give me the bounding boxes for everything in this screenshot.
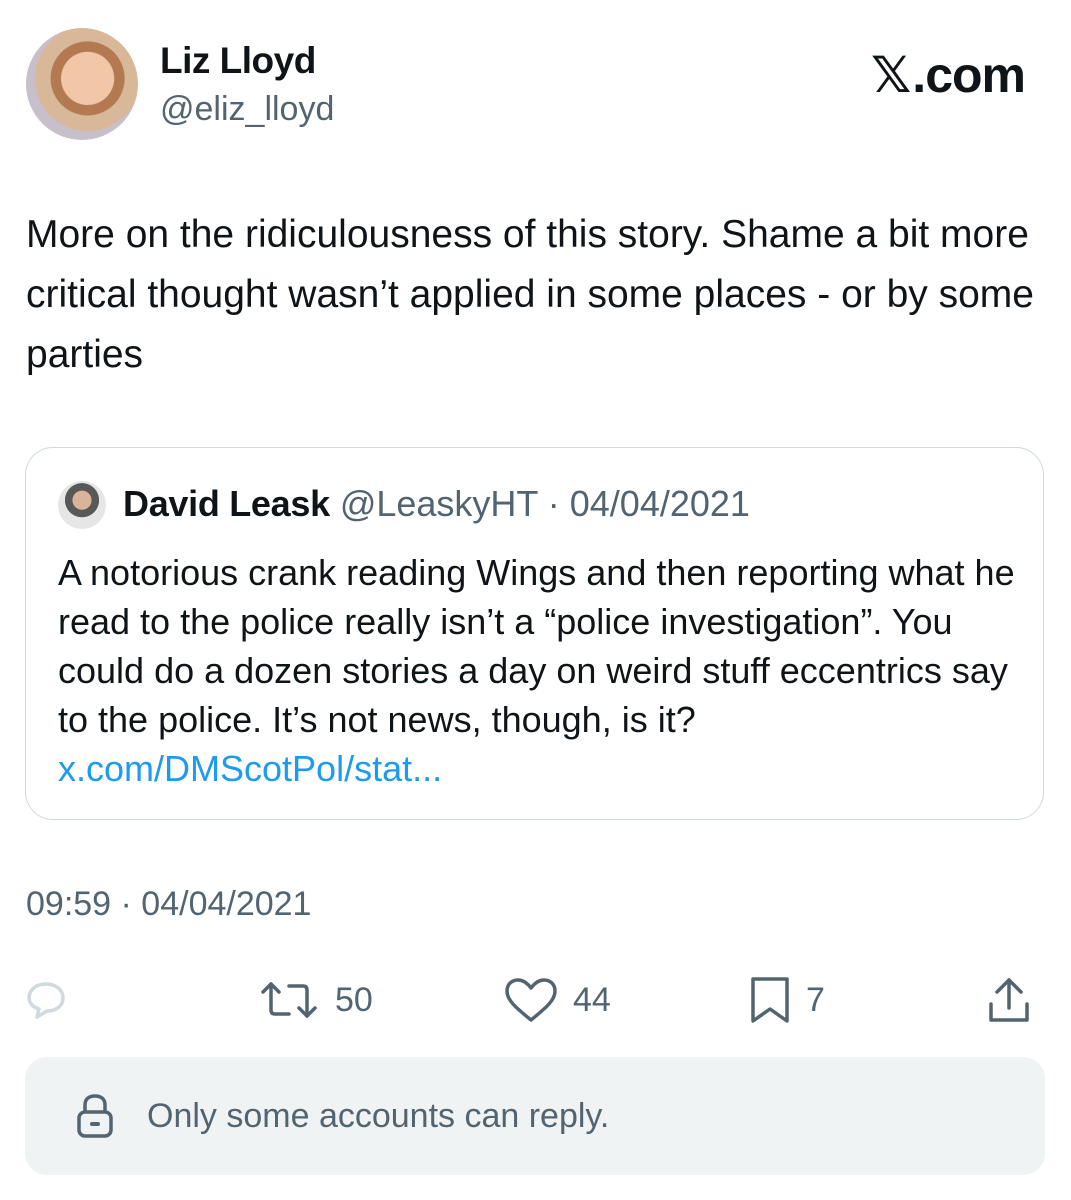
quoted-tweet[interactable]: David Leask @LeaskyHT · 04/04/2021 A noto… xyxy=(25,447,1044,820)
retweet-icon xyxy=(257,978,321,1022)
quoted-tweet-link[interactable]: x.com/DMScotPol/stat... xyxy=(58,748,442,789)
quoted-tweet-body: A notorious crank reading Wings and then… xyxy=(58,552,1015,740)
author-avatar[interactable] xyxy=(26,28,138,140)
brand-suffix: .com xyxy=(912,47,1026,103)
reply-restriction-banner: Only some accounts can reply. xyxy=(25,1057,1045,1175)
bookmark-count: 7 xyxy=(806,980,825,1019)
quoted-tweet-header: David Leask @LeaskyHT · 04/04/2021 xyxy=(123,481,750,527)
retweet-button[interactable]: 50 xyxy=(257,960,373,1040)
x-logo-icon: 𝕏 xyxy=(871,47,911,103)
action-bar: 50 44 7 xyxy=(0,960,1071,1040)
tweet-timestamp[interactable]: 09:59 · 04/04/2021 xyxy=(26,885,311,924)
quoted-tweet-text: A notorious crank reading Wings and then… xyxy=(58,548,1018,793)
quoted-author-handle-date: @LeaskyHT · 04/04/2021 xyxy=(339,483,750,524)
bookmark-icon xyxy=(748,974,792,1026)
author-handle[interactable]: @eliz_lloyd xyxy=(160,90,334,129)
share-button[interactable] xyxy=(985,960,1033,1040)
reply-restriction-text: Only some accounts can reply. xyxy=(147,1096,610,1135)
reply-icon xyxy=(24,978,68,1022)
reply-button[interactable] xyxy=(24,960,68,1040)
tweet-text: More on the ridiculousness of this story… xyxy=(26,213,1034,376)
share-icon xyxy=(985,974,1033,1026)
bookmark-button[interactable]: 7 xyxy=(748,960,825,1040)
quoted-author-name[interactable]: David Leask xyxy=(123,483,330,524)
retweet-count: 50 xyxy=(335,980,373,1019)
like-count: 44 xyxy=(573,980,611,1019)
brand-logo: 𝕏 .com xyxy=(871,46,1026,104)
heart-icon xyxy=(503,976,559,1024)
author-name[interactable]: Liz Lloyd xyxy=(160,40,316,82)
quoted-author-avatar[interactable] xyxy=(58,481,106,529)
like-button[interactable]: 44 xyxy=(503,960,611,1040)
lock-icon xyxy=(75,1092,115,1140)
